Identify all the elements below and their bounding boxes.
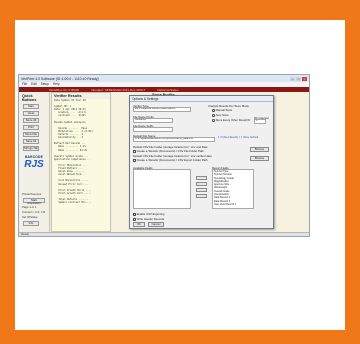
ok-button[interactable]: OK — [133, 222, 145, 227]
connection-label: Connect / U.S. 1 B — [22, 210, 46, 214]
printer-sources-label: Printer/Sources — [22, 192, 42, 196]
save-all-button[interactable]: Save All — [23, 139, 39, 144]
radio-label: Manual Store — [215, 108, 233, 112]
menu-file[interactable]: File — [22, 82, 27, 87]
radio-store-every-other[interactable]: Store Every Other Result ID — [212, 118, 250, 122]
menu-help[interactable]: Help — [53, 82, 60, 87]
checkbox-label: Create a 'Results' (Documents) \ CSV Exp… — [136, 158, 208, 162]
default-file-input[interactable]: C:\ProgramData\VeriPrint\Symbols\verify_… — [133, 137, 215, 142]
header-model: ModelRes 02: 0:00000 — [49, 87, 80, 92]
available-fields-list[interactable] — [133, 169, 191, 209]
csv-option-2[interactable]: Create a 'Results' (Documents) \ CSV Exp… — [133, 158, 207, 162]
checkbox-label: Write Header Records — [136, 217, 165, 221]
window-title: VeriPrint 4.0 Software [ID 4-00:0 - 1110… — [21, 76, 99, 81]
checkbox — [133, 217, 136, 221]
quick-buttons-title: Quick Buttons — [22, 94, 37, 102]
header-operator: Operator: SPRENGER-2011-Res 4/0017 — [91, 87, 146, 92]
title-bar[interactable]: VeriPrint 4.0 Software [ID 4-00:0 - 1110… — [19, 75, 309, 82]
write-header-checkbox[interactable]: Write Header Records — [133, 217, 164, 221]
minimize-button[interactable]: — — [290, 76, 295, 81]
radio-dot — [212, 113, 215, 117]
strings-tab-button[interactable]: Strings Tab — [23, 146, 39, 151]
remove-all-fields-button[interactable] — [196, 194, 207, 198]
start-button[interactable]: Start — [23, 104, 39, 109]
result-line: Symbol Contrast Min.... — [54, 201, 92, 205]
verifier-results-panel: Verifier Results Data Symbol ID Tier 48 … — [51, 92, 111, 232]
radio-dot — [212, 118, 215, 122]
file-suffix-input[interactable] — [133, 127, 173, 132]
browse-button-2[interactable]: Browse — [250, 156, 269, 161]
logo-main-text: RJS — [24, 159, 44, 170]
page-indicator: Page 1 of 1 — [22, 205, 37, 209]
store-all-button[interactable]: Store All — [23, 118, 39, 123]
menu-setup[interactable]: Setup — [41, 82, 49, 87]
remove-field-button[interactable] — [196, 188, 207, 192]
enable-csv-checkbox[interactable]: Enable CSV Exporting — [133, 212, 164, 216]
browse-button-1[interactable]: Browse — [250, 147, 269, 152]
checkbox — [133, 158, 136, 162]
file-prefix-input[interactable]: Verifier10 — [133, 118, 173, 123]
checkbox-label: Create a 'Results' (Documents) \ CSV Fil… — [136, 149, 204, 153]
checkbox — [133, 212, 136, 216]
close-button[interactable]: × — [302, 76, 307, 81]
verifier-type-select[interactable]: RJS Inspector D4000 (Data Matrix) — [133, 107, 191, 112]
radio-label: Auto Store — [215, 113, 229, 117]
radio-auto-store[interactable]: Auto Store — [212, 113, 229, 117]
clear-button[interactable]: Clear — [23, 111, 39, 116]
radio-dot — [212, 108, 215, 112]
default-file-note: 4 / 8 (Send Results) = 1 (Store Verified… — [218, 137, 259, 139]
menu-edit[interactable]: Edit — [31, 82, 37, 87]
min-interval-input[interactable]: 1 — [254, 119, 266, 124]
status-bar: Ready — [19, 232, 309, 236]
report-field-item[interactable]: User Field Record 1 — [213, 203, 253, 206]
radio-label: Store Every Other Result ID — [215, 118, 251, 122]
report-fields-list[interactable]: Symbol Type Symbol Number Symbology Grade M… — [212, 169, 254, 209]
checkbox — [133, 149, 136, 153]
csv-option-1[interactable]: Create a 'Results' (Documents) \ CSV Fil… — [133, 149, 204, 153]
set-id-label: Set ID/Value — [22, 215, 38, 219]
dialog-title: Options & Settings — [130, 96, 273, 102]
start-acquisition-button[interactable]: Start Acquisition — [23, 198, 45, 205]
add-all-fields-button[interactable] — [196, 182, 207, 186]
print-button[interactable]: Print — [23, 125, 39, 130]
add-field-button[interactable] — [196, 176, 207, 180]
options-dialog: Options & Settings Verifier Type RJS Ins… — [129, 95, 274, 229]
quick-buttons-panel: Quick Buttons Start Clear Store All Prin… — [19, 92, 50, 232]
maximize-button[interactable]: □ — [296, 76, 301, 81]
header-status: Datetime/Status — [157, 87, 179, 92]
results-text: Data Symbol ID Tier 48 Symbol ID: 1 Date:… — [52, 99, 110, 204]
brand-logo: BARCODE RJS — [22, 155, 46, 173]
app-window: VeriPrint 4.0 Software [ID 4-00:0 - 1110… — [18, 74, 310, 237]
store-file-button[interactable]: Store File — [23, 132, 39, 137]
cancel-button[interactable]: Cancel — [148, 222, 164, 227]
info-button[interactable]: Info — [23, 221, 39, 226]
checkbox-label: Enable CSV Exporting — [136, 212, 165, 216]
radio-manual-store[interactable]: Manual Store — [212, 108, 232, 112]
